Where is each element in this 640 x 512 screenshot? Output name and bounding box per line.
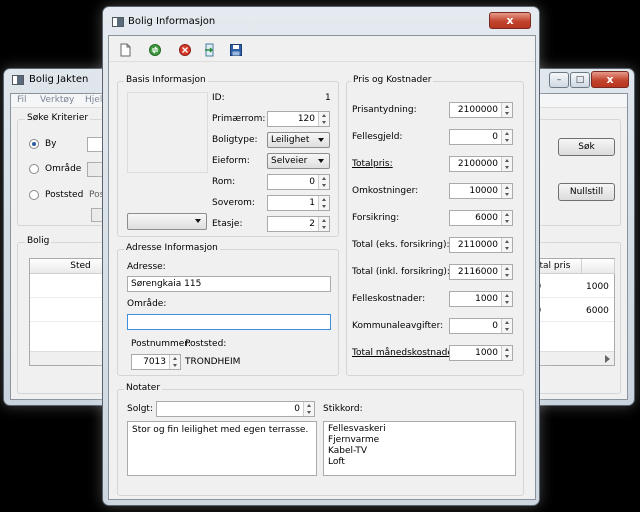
adresse-title: Adresse Informasjon [124,243,220,253]
omrade-label: Område: [127,299,167,309]
search-button[interactable]: Søk [558,138,615,156]
total-eks-spinbox[interactable]: 2110000 [449,237,513,253]
pris-title: Pris og Kostnader [351,75,434,85]
adresse-input[interactable]: Sørengkaia 115 [127,276,331,292]
dialog-title: Bolig Informasjon [128,16,216,27]
etasje-label: Etasje: [212,219,243,229]
postnummer-label: Postnummer: [131,339,191,349]
stikkord-list[interactable]: Fellesvaskeri Fjernvarme Kabel-TV Loft [323,421,516,476]
menu-verktoy[interactable]: Verktøy [40,95,74,105]
omrade-input[interactable] [127,314,331,330]
maximize-button[interactable]: □ [570,72,590,88]
refresh-icon[interactable] [148,43,162,57]
total-inkl-spinbox[interactable]: 2116000 [449,264,513,280]
list-item[interactable]: Fjernvarme [328,435,511,446]
totalpris-spinbox[interactable]: 2100000 [449,156,513,172]
eieform-label: Eieform: [212,156,250,166]
rom-spinbox[interactable]: 0 [267,174,330,190]
toolbar [109,36,535,62]
postnummer-spinbox[interactable]: 7013 [131,354,181,370]
felleskostnader-spinbox[interactable]: 1000 [449,291,513,307]
kommunaleavgifter-label: Kommunaleavgifter: [352,321,444,331]
total-manedskostnader-label: Total månedskostnader: [352,348,460,358]
fellesgjeld-spinbox[interactable]: 0 [449,129,513,145]
list-item[interactable]: Fellesvaskeri [328,424,511,435]
list-item[interactable]: Loft [328,457,511,468]
forsikring-label: Forsikring: [352,213,400,223]
solgt-spinbox[interactable]: 0 [156,401,315,417]
total-inkl-label: Total (inkl. forsikring): [352,267,450,277]
radio-poststed-label: Poststed [45,190,84,200]
total-manedskostnader-spinbox[interactable]: 1000 [449,345,513,361]
fellesgjeld-label: Fellesgjeld: [352,132,403,142]
image-placeholder [127,92,208,173]
menu-fil[interactable]: Fil [17,95,27,105]
dialog-client: Basis Informasjon ID: 1 Primærrom: 120 B… [108,35,536,500]
save-icon[interactable] [229,43,243,57]
poststed-label: Poststed: [185,339,227,349]
bg-window-title: Bolig Jakten [29,74,89,85]
prisantydning-label: Prisantydning: [352,105,417,115]
omkostninger-label: Omkostninger: [352,186,419,196]
eieform-select[interactable]: Selveier [267,153,330,169]
radio-by-label: By [45,139,57,149]
forsikring-spinbox[interactable]: 6000 [449,210,513,226]
basis-title: Basis Informasjon [124,75,208,85]
total-eks-label: Total (eks. forsikring): [352,240,450,250]
delete-icon[interactable] [178,43,192,57]
image-select[interactable] [127,213,207,230]
etasje-spinbox[interactable]: 2 [267,216,330,232]
id-value: 1 [325,93,331,103]
table-cell: 6000 [586,306,609,316]
soverom-label: Soverom: [212,198,255,208]
reset-button[interactable]: Nullstill [558,183,615,201]
bolig-informasjon-window: Bolig Informasjon x Basis Informasjon ID… [102,6,540,506]
table-cell: 1000 [586,282,609,292]
notater-title: Notater [124,383,163,393]
minimize-button[interactable]: – [549,72,569,88]
stikkord-label: Stikkord: [323,404,363,414]
dialog-close-button[interactable]: x [489,12,531,29]
radio-poststed[interactable] [29,190,39,200]
search-criteria-title: Søke Kriterier [25,113,91,123]
poststed-value: TRONDHEIM [185,357,241,367]
app-icon [12,75,24,85]
bolig-title: Bolig [25,236,52,246]
omkostninger-spinbox[interactable]: 10000 [449,183,513,199]
radio-omrade-label: Område [45,164,82,174]
bg-close-button[interactable]: x [591,71,629,88]
soverom-spinbox[interactable]: 1 [267,195,330,211]
export-icon[interactable] [203,43,217,57]
radio-by[interactable] [29,139,39,149]
radio-omrade[interactable] [29,164,39,174]
kommunaleavgifter-spinbox[interactable]: 0 [449,318,513,334]
boligtype-label: Boligtype: [212,135,258,145]
primaerrom-label: Primærrom: [212,114,266,124]
new-icon[interactable] [118,43,132,57]
dialog-app-icon [112,17,124,27]
adresse-label: Adresse: [127,262,166,272]
scroll-right-arrow[interactable] [605,355,610,363]
list-item[interactable]: Kabel-TV [328,446,511,457]
totalpris-label: Totalpris: [352,159,393,169]
table-header-extra [582,259,615,274]
id-label: ID: [212,93,225,103]
boligtype-select[interactable]: Leilighet [267,132,330,148]
felleskostnader-label: Felleskostnader: [352,294,426,304]
solgt-label: Solgt: [127,404,153,414]
rom-label: Rom: [212,177,236,187]
prisantydning-spinbox[interactable]: 2100000 [449,102,513,118]
primaerrom-spinbox[interactable]: 120 [267,111,330,127]
notes-textarea[interactable]: Stor og fin leilighet med egen terrasse. [127,421,317,476]
